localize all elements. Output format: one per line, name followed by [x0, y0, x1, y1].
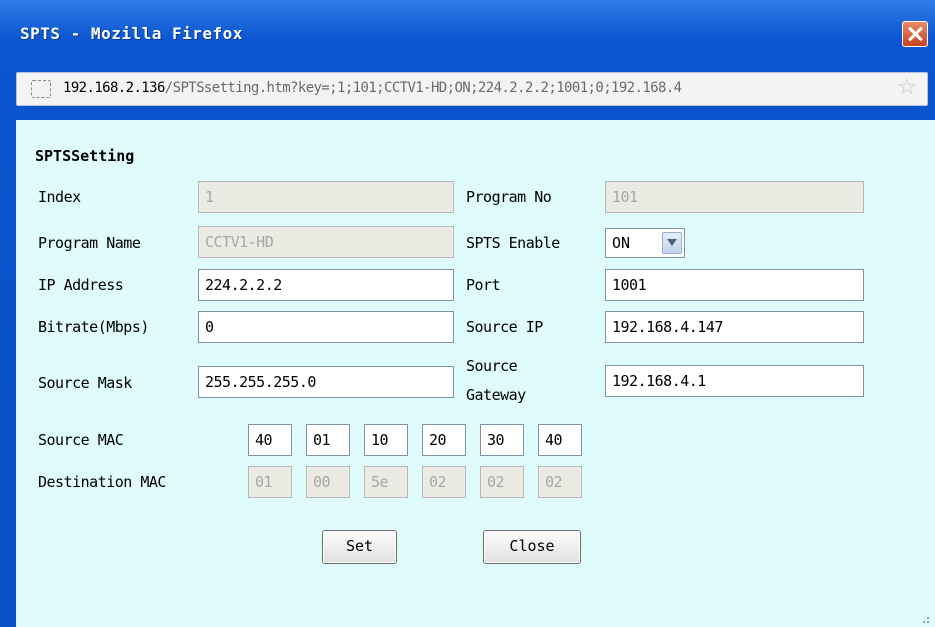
- source-mac-octet-4[interactable]: [422, 424, 466, 456]
- form-heading: SPTSSetting: [35, 147, 135, 165]
- source-gateway-field[interactable]: [605, 365, 864, 397]
- port-field[interactable]: [605, 269, 864, 301]
- close-icon[interactable]: [902, 21, 928, 47]
- title-bar: SPTS - Mozilla Firefox: [0, 0, 935, 70]
- spts-enable-label: SPTS Enable: [466, 234, 560, 252]
- source-gateway-label-line2: Gateway: [466, 386, 526, 404]
- url-path: /SPTSsetting.htm?key=;1;101;CCTV1-HD;ON;…: [164, 80, 682, 96]
- source-mac-octet-1[interactable]: [248, 424, 292, 456]
- destination-mac-octet-1: [248, 466, 292, 498]
- program-name-field: [198, 226, 454, 258]
- program-no-field: [605, 181, 864, 213]
- close-button[interactable]: Close: [483, 530, 581, 564]
- source-mask-label: Source Mask: [38, 374, 132, 392]
- bitrate-label: Bitrate(Mbps): [38, 318, 149, 336]
- source-mac-octet-2[interactable]: [306, 424, 350, 456]
- source-gateway-label-line1: Source: [466, 357, 518, 375]
- set-button[interactable]: Set: [322, 530, 397, 564]
- chevron-down-icon[interactable]: [662, 232, 682, 254]
- source-mac-octet-3[interactable]: [364, 424, 408, 456]
- port-label: Port: [466, 276, 501, 294]
- destination-mac-octet-3: [364, 466, 408, 498]
- bitrate-field[interactable]: [198, 311, 454, 343]
- ip-address-field[interactable]: [198, 269, 454, 301]
- resize-grip[interactable]: [918, 612, 930, 624]
- destination-mac-octet-4: [422, 466, 466, 498]
- destination-mac-label: Destination MAC: [38, 473, 166, 491]
- source-mac-octet-5[interactable]: [480, 424, 524, 456]
- destination-mac-octet-6: [538, 466, 582, 498]
- spts-enable-select[interactable]: ON: [605, 228, 685, 258]
- url-text[interactable]: 192.168.2.136/SPTSsetting.htm?key=;1;101…: [63, 80, 682, 96]
- destination-mac-octet-2: [306, 466, 350, 498]
- index-field: [198, 181, 454, 213]
- ip-address-label: IP Address: [38, 276, 124, 294]
- source-mac-octet-6[interactable]: [538, 424, 582, 456]
- source-mac-label: Source MAC: [38, 431, 124, 449]
- page-icon: [31, 80, 51, 98]
- star-icon[interactable]: ☆: [897, 77, 917, 99]
- program-no-label: Program No: [466, 188, 552, 206]
- spts-enable-value: ON: [612, 234, 631, 252]
- destination-mac-octet-5: [480, 466, 524, 498]
- source-ip-label: Source IP: [466, 318, 543, 336]
- url-bar[interactable]: 192.168.2.136/SPTSsetting.htm?key=;1;101…: [16, 72, 928, 106]
- source-ip-field[interactable]: [605, 311, 864, 343]
- index-label: Index: [38, 188, 81, 206]
- window-title: SPTS - Mozilla Firefox: [20, 24, 243, 43]
- program-name-label: Program Name: [38, 234, 141, 252]
- source-mask-field[interactable]: [198, 366, 454, 398]
- url-host: 192.168.2.136: [63, 80, 165, 96]
